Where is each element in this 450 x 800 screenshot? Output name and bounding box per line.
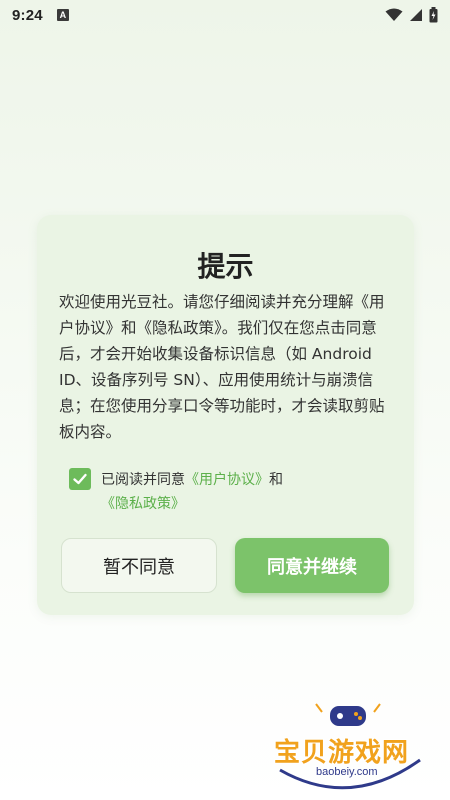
check-icon (73, 473, 87, 485)
user-agreement-link[interactable]: 《用户协议》 (185, 472, 269, 488)
watermark-name: 宝贝游戏网 (274, 738, 410, 768)
watermark-logo: 宝贝游戏网 baobeiy.com (270, 700, 430, 795)
notification-a-icon: A (56, 9, 69, 21)
signal-icon (409, 8, 423, 22)
agree-checkbox[interactable] (69, 468, 91, 490)
agree-text: 已阅读并同意《用户协议》和《隐私政策》 (101, 468, 331, 516)
accept-button[interactable]: 同意并继续 (235, 538, 389, 593)
dialog-title: 提示 (197, 250, 254, 283)
status-time: 9:24 (12, 6, 43, 24)
status-bar: 9:24 A (0, 0, 450, 30)
wifi-icon (385, 8, 403, 22)
agree-row: 已阅读并同意《用户协议》和《隐私政策》 (69, 468, 389, 516)
battery-icon (429, 7, 438, 23)
consent-dialog: 提示 欢迎使用光豆社。请您仔细阅读并充分理解《用户协议》和《隐私政策》。我们仅在… (37, 215, 414, 615)
dialog-body-text: 欢迎使用光豆社。请您仔细阅读并充分理解《用户协议》和《隐私政策》。我们仅在您点击… (59, 293, 385, 441)
decline-button[interactable]: 暂不同意 (61, 538, 217, 593)
watermark-url: baobeiy.com (316, 766, 378, 778)
agree-prefix: 已阅读并同意 (101, 472, 185, 488)
and-text: 和 (269, 472, 283, 488)
privacy-policy-link[interactable]: 《隐私政策》 (101, 496, 185, 512)
status-icons (385, 7, 438, 23)
